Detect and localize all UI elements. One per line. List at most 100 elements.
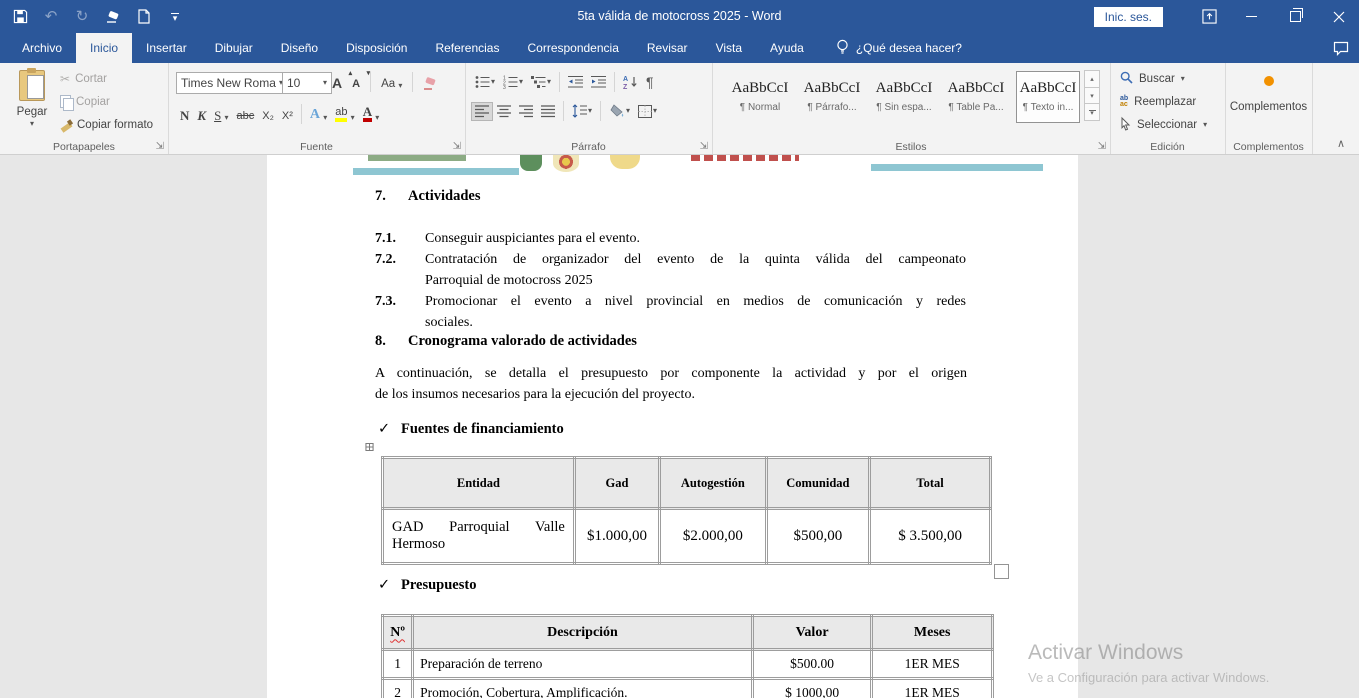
tell-me-box[interactable]: ¿Qué desea hacer? [836,33,962,63]
table-row: 2 Promoción, Cobertura, Amplificación. $… [383,679,993,698]
tab-ayuda[interactable]: Ayuda [756,33,818,63]
budget-table[interactable]: Nº Descripción Valor Meses 1 Preparación… [381,614,994,698]
collapse-ribbon-button[interactable]: ∧ [1337,137,1345,150]
font-size-combobox[interactable]: 10▾ [282,72,332,94]
select-button[interactable]: Seleccionar▾ [1120,116,1207,134]
bullets-button[interactable]: ▾ [471,72,499,92]
styles-scroll-down[interactable]: ▾ [1084,87,1100,105]
borders-button[interactable]: ▾ [634,102,661,121]
shrink-font-button[interactable]: A▾ [348,74,364,90]
close-button[interactable] [1319,0,1359,33]
show-marks-button[interactable]: ¶ [642,71,658,93]
body-paragraph: A continuación, se detalla el presupuest… [375,363,967,405]
text-effects-button[interactable]: A ▾ [306,106,331,122]
dialog-launcher-icon[interactable]: ⇲ [156,142,164,152]
group-portapapeles: Pegar ▾ ✂ Cortar Copiar Copiar formato P… [0,63,169,154]
style-sin-espaciado[interactable]: AaBbCcI ¶ Sin espa... [872,71,936,123]
replace-button[interactable]: abac Reemplazar [1120,93,1196,111]
group-label-estilos: Estilos [712,141,1110,153]
tab-diseno[interactable]: Diseño [267,33,332,63]
shading-button[interactable]: ▾ [605,101,634,121]
bullet-fuentes-financiamiento: ✓Fuentes de financiamiento [378,419,564,440]
dialog-launcher-icon[interactable]: ⇲ [1098,142,1106,152]
tab-insertar[interactable]: Insertar [132,33,201,63]
underline-button[interactable]: S ▾ [210,106,232,122]
justify-button[interactable] [537,102,559,121]
minimize-button[interactable] [1231,0,1271,33]
restore-button[interactable] [1275,0,1315,33]
col-header-entidad: Entidad [383,458,575,509]
style-parrafo[interactable]: AaBbCcI ¶ Párrafo... [800,71,864,123]
tab-dibujar[interactable]: Dibujar [201,33,267,63]
align-left-button[interactable] [471,102,493,121]
align-center-button[interactable] [493,102,515,121]
cell-numero: 1 [383,650,413,679]
scissors-icon: ✂ [60,72,70,86]
numbering-button[interactable]: 123▾ [499,72,527,92]
tab-referencias[interactable]: Referencias [421,33,513,63]
font-color-button[interactable]: A ▾ [359,106,384,122]
copy-button[interactable]: Copiar [60,93,153,110]
cell-descripcion: Promoción, Cobertura, Amplificación. [413,679,753,698]
feedback-button[interactable] [1333,33,1349,63]
style-texto-independiente[interactable]: AaBbCcI ¶ Texto in... [1016,71,1080,123]
table-move-handle[interactable]: ⊞ [364,440,375,453]
tab-correspondencia[interactable]: Correspondencia [513,33,632,63]
group-complementos: Complementos Complementos [1225,63,1313,154]
ribbon-display-options-button[interactable] [1189,0,1229,33]
new-document-icon[interactable] [136,9,152,25]
style-normal[interactable]: AaBbCcI ¶ Normal [728,71,792,123]
dialog-launcher-icon[interactable]: ⇲ [700,142,708,152]
strikethrough-button[interactable]: abc [233,106,259,122]
find-button[interactable]: Buscar▾ [1120,70,1185,88]
align-right-button[interactable] [515,102,537,121]
subscript-button[interactable]: X₂ [258,106,278,122]
bullet-presupuesto: ✓Presupuesto [378,575,476,596]
font-name-combobox[interactable]: Times New Roma▾ [176,72,288,94]
decrease-indent-button[interactable] [564,72,587,92]
paste-button[interactable]: Pegar ▾ [9,70,55,142]
document-page[interactable]: 7.Actividades 7.1. Conseguir auspiciante… [267,155,1078,698]
change-case-button[interactable]: Aa ▾ [377,74,406,90]
list-item-7-3: 7.3. Promocionar el evento a nivel provi… [375,291,967,333]
format-painter-icon [60,119,72,131]
col-header-valor: Valor [752,616,872,650]
save-icon[interactable] [12,9,28,25]
cell-meses: 1ER MES [872,650,993,679]
sign-in-button[interactable]: Inic. ses. [1094,7,1163,27]
increase-indent-button[interactable] [587,72,610,92]
tab-revisar[interactable]: Revisar [633,33,702,63]
document-canvas[interactable]: 7.Actividades 7.1. Conseguir auspiciante… [0,155,1359,698]
line-spacing-button[interactable]: ▾ [568,101,596,121]
addin-dot-icon [1264,76,1274,86]
lightbulb-icon [836,39,849,58]
style-table-paragraph[interactable]: AaBbCcI ¶ Table Pa... [944,71,1008,123]
customize-qat-icon[interactable]: ▾ [167,9,183,25]
group-estilos: AaBbCcI ¶ Normal AaBbCcI ¶ Párrafo... Aa… [712,63,1111,154]
cut-button[interactable]: ✂ Cortar [60,70,153,87]
multilevel-list-button[interactable]: ▾ [527,72,555,92]
eraser-icon[interactable] [105,9,121,25]
styles-gallery-more[interactable]: ▾ [1084,103,1100,121]
tab-inicio[interactable]: Inicio [76,33,132,63]
styles-scroll-up[interactable]: ▴ [1084,70,1100,88]
cell-entidad: GAD Parroquial Valle Hermoso [383,509,575,564]
sort-button[interactable]: AZ [619,72,642,92]
dialog-launcher-icon[interactable]: ⇲ [453,142,461,152]
bold-button[interactable]: N [176,106,193,122]
financing-table[interactable]: Entidad Gad Autogestión Comunidad Total … [381,456,992,565]
grow-font-button[interactable]: A▴ [328,74,346,90]
checkmark-icon: ✓ [378,419,401,440]
highlight-color-button[interactable]: ab ▾ [331,106,358,122]
tab-archivo[interactable]: Archivo [8,33,76,63]
tab-disposicion[interactable]: Disposición [332,33,421,63]
tab-vista[interactable]: Vista [702,33,756,63]
superscript-button[interactable]: X² [278,106,297,122]
col-header-meses: Meses [872,616,993,650]
ribbon: Pegar ▾ ✂ Cortar Copiar Copiar formato P… [0,63,1359,155]
table-resize-handle[interactable] [994,564,1009,579]
italic-button[interactable]: K [193,106,210,122]
format-painter-button[interactable]: Copiar formato [60,116,153,133]
clear-formatting-button[interactable] [419,74,441,90]
addins-button[interactable]: Complementos [1225,63,1312,140]
